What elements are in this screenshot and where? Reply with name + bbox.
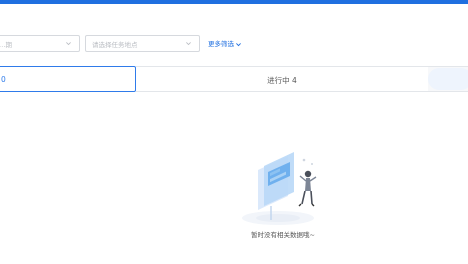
tab-next-highlight <box>428 68 468 90</box>
date-filter-select[interactable]: …期 <box>0 35 80 52</box>
top-accent-bar <box>0 0 468 4</box>
chevron-down-icon <box>186 42 191 46</box>
tab-all-label: 0 <box>1 75 6 84</box>
more-filters-label: 更多筛选 <box>208 40 234 48</box>
tab-in-progress-label: 进行中 4 <box>267 76 297 85</box>
tab-in-progress[interactable]: 进行中 4 <box>136 66 428 92</box>
tab-next[interactable] <box>428 66 468 92</box>
chevron-down-icon <box>236 42 241 46</box>
chevron-down-icon <box>66 42 71 46</box>
empty-state-message: 暂时没有相关数据哦~ <box>251 231 315 239</box>
empty-data-illustration <box>242 152 317 225</box>
more-filters-link[interactable]: 更多筛选 <box>208 38 242 48</box>
tab-all[interactable]: 0 <box>0 66 136 92</box>
date-filter-placeholder: …期 <box>0 41 12 49</box>
task-location-select[interactable]: 请选择任务地点 <box>85 35 200 52</box>
task-location-placeholder: 请选择任务地点 <box>92 41 138 49</box>
